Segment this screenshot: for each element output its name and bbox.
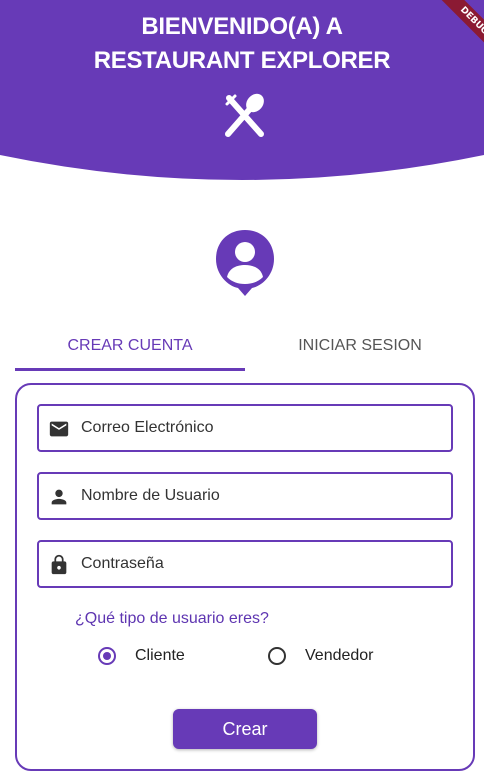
person-pin-icon — [216, 230, 274, 296]
user-type-question: ¿Qué tipo de usuario eres? — [75, 610, 269, 627]
auth-tabs: CREAR CUENTA INICIAR SESION — [15, 328, 475, 372]
welcome-header: BIENVENIDO(A) A RESTAURANT EXPLORER — [0, 0, 484, 180]
password-field[interactable] — [37, 540, 453, 588]
email-input[interactable] — [81, 406, 441, 450]
password-input[interactable] — [81, 542, 441, 586]
active-tab-indicator — [15, 368, 245, 371]
debug-label: DEBUG — [438, 0, 484, 57]
welcome-title-line2: RESTAURANT EXPLORER — [93, 47, 391, 74]
person-icon — [51, 489, 67, 505]
tab-crear-cuenta[interactable]: CREAR CUENTA — [15, 328, 245, 372]
debug-banner: DEBUG — [424, 0, 484, 60]
lock-icon — [51, 554, 67, 575]
username-input[interactable] — [81, 474, 441, 518]
mail-icon — [49, 421, 69, 437]
email-field[interactable] — [37, 404, 453, 452]
radio-cliente-label[interactable]: Cliente — [135, 645, 185, 667]
radio-cliente-circle[interactable] — [98, 647, 116, 665]
cutlery-icon — [225, 93, 264, 137]
tab-iniciar-sesion[interactable]: INICIAR SESION — [245, 328, 475, 372]
crear-button[interactable]: Crear — [173, 709, 317, 749]
welcome-title: BIENVENIDO(A) A RESTAURANT EXPLORER — [0, 10, 484, 78]
radio-vendedor-label[interactable]: Vendedor — [305, 645, 374, 667]
radio-vendedor-circle[interactable] — [268, 647, 286, 665]
username-field[interactable] — [37, 472, 453, 520]
welcome-title-line1: BIENVENIDO(A) A — [141, 13, 343, 40]
